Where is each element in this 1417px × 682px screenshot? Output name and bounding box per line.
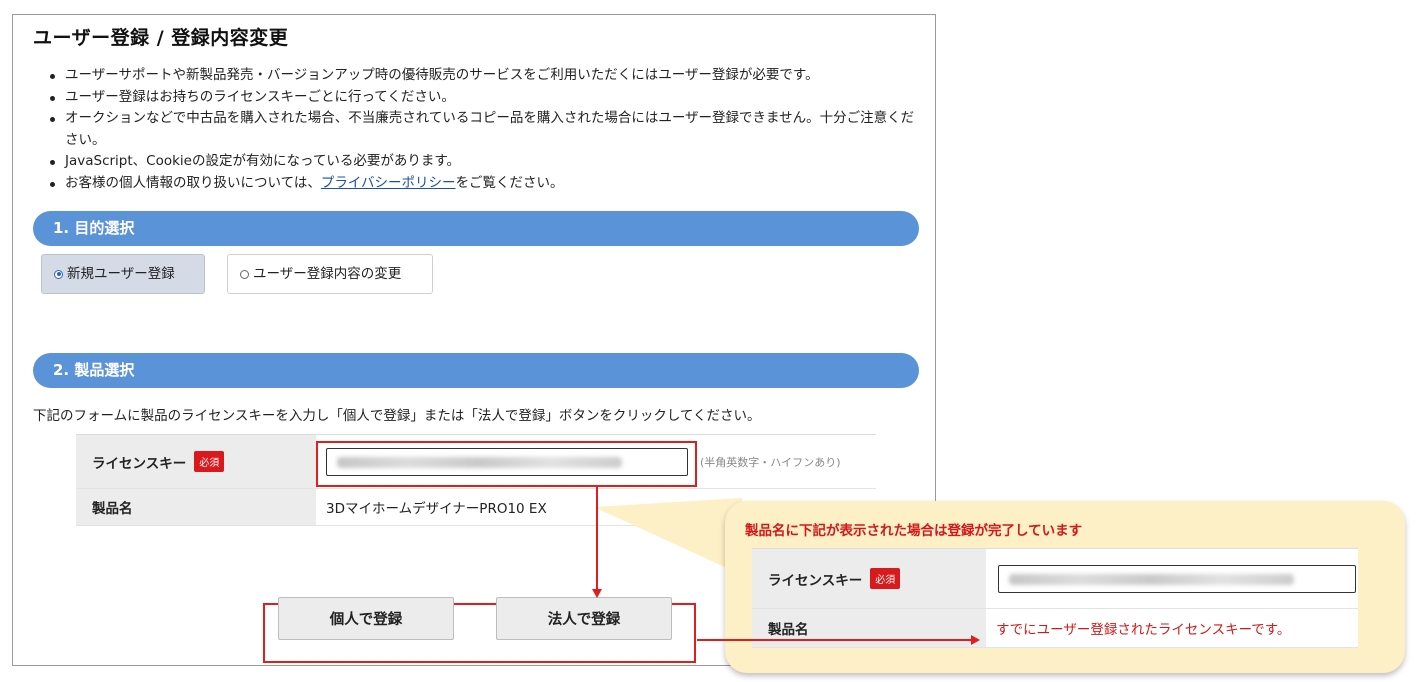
privacy-prefix: お客様の個人情報の取り扱いについては、: [65, 174, 321, 191]
page-title: ユーザー登録 / 登録内容変更: [33, 27, 289, 49]
callout-license-row: ライセンスキー 必須: [752, 549, 1358, 609]
section-purpose-header: 1. 目的選択: [33, 211, 919, 246]
radio-new-registration[interactable]: 新規ユーザー登録: [41, 254, 205, 294]
callout-product-row: 製品名 すでにユーザー登録されたライセンスキーです。: [752, 609, 1358, 648]
callout-license-input-cell: [986, 549, 1358, 608]
callout-product-label-cell: 製品名: [752, 609, 986, 647]
completion-callout: 製品名に下記が表示された場合は登録が完了しています ライセンスキー 必須 製品名…: [725, 501, 1405, 673]
radio-label: 新規ユーザー登録: [67, 266, 175, 282]
callout-license-input: [998, 564, 1356, 593]
note-item: オークションなどで中古品を購入された場合、不当廉売されているコピー品を購入された…: [35, 108, 915, 151]
notes-list: ユーザーサポートや新製品発売・バージョンアップ時の優待販売のサービスをご利用いた…: [35, 65, 915, 194]
license-label: ライセンスキー: [92, 455, 187, 472]
license-input-highlight: [316, 441, 697, 487]
callout-table: ライセンスキー 必須 製品名 すでにユーザー登録されたライセンスキーです。: [752, 548, 1358, 648]
callout-message-cell: すでにユーザー登録されたライセンスキーです。: [986, 609, 1358, 647]
register-personal-button[interactable]: 個人で登録: [278, 597, 454, 640]
callout-product-label: 製品名: [768, 622, 809, 638]
required-badge: 必須: [194, 451, 225, 472]
register-corporate-button[interactable]: 法人で登録: [496, 597, 672, 640]
already-registered-message: すでにユーザー登録されたライセンスキーです。: [996, 622, 1291, 638]
privacy-policy-link[interactable]: プライバシーポリシー: [321, 175, 456, 191]
product-label: 製品名: [92, 501, 133, 517]
callout-required-badge: 必須: [870, 568, 901, 589]
product-instruction: 下記のフォームに製品のライセンスキーを入力し「個人で登録」または「法人で登録」ボ…: [33, 408, 761, 424]
radio-label: ユーザー登録内容の変更: [253, 266, 402, 282]
radio-unselected-icon: [240, 269, 249, 279]
license-label-cell: ライセンスキー 必須: [76, 435, 316, 488]
note-item: ユーザー登録はお持ちのライセンスキーごとに行ってください。: [35, 87, 915, 109]
note-item: JavaScript、Cookieの設定が有効になっている必要があります。: [35, 151, 915, 173]
callout-license-label-cell: ライセンスキー 必須: [752, 549, 986, 608]
radio-selected-icon: [54, 269, 63, 279]
note-item: ユーザーサポートや新製品発売・バージョンアップ時の優待販売のサービスをご利用いた…: [35, 65, 915, 87]
radio-change-registration[interactable]: ユーザー登録内容の変更: [227, 254, 433, 294]
section-product-header: 2. 製品選択: [33, 353, 919, 388]
license-hint: (半角英数字・ハイフンあり): [700, 455, 841, 469]
product-label-cell: 製品名: [76, 489, 316, 525]
callout-title: 製品名に下記が表示された場合は登録が完了しています: [745, 523, 1083, 539]
note-item-privacy: お客様の個人情報の取り扱いについては、プライバシーポリシーをご覧ください。: [35, 173, 915, 195]
callout-license-label: ライセンスキー: [768, 572, 863, 589]
privacy-suffix: をご覧ください。: [455, 174, 564, 191]
